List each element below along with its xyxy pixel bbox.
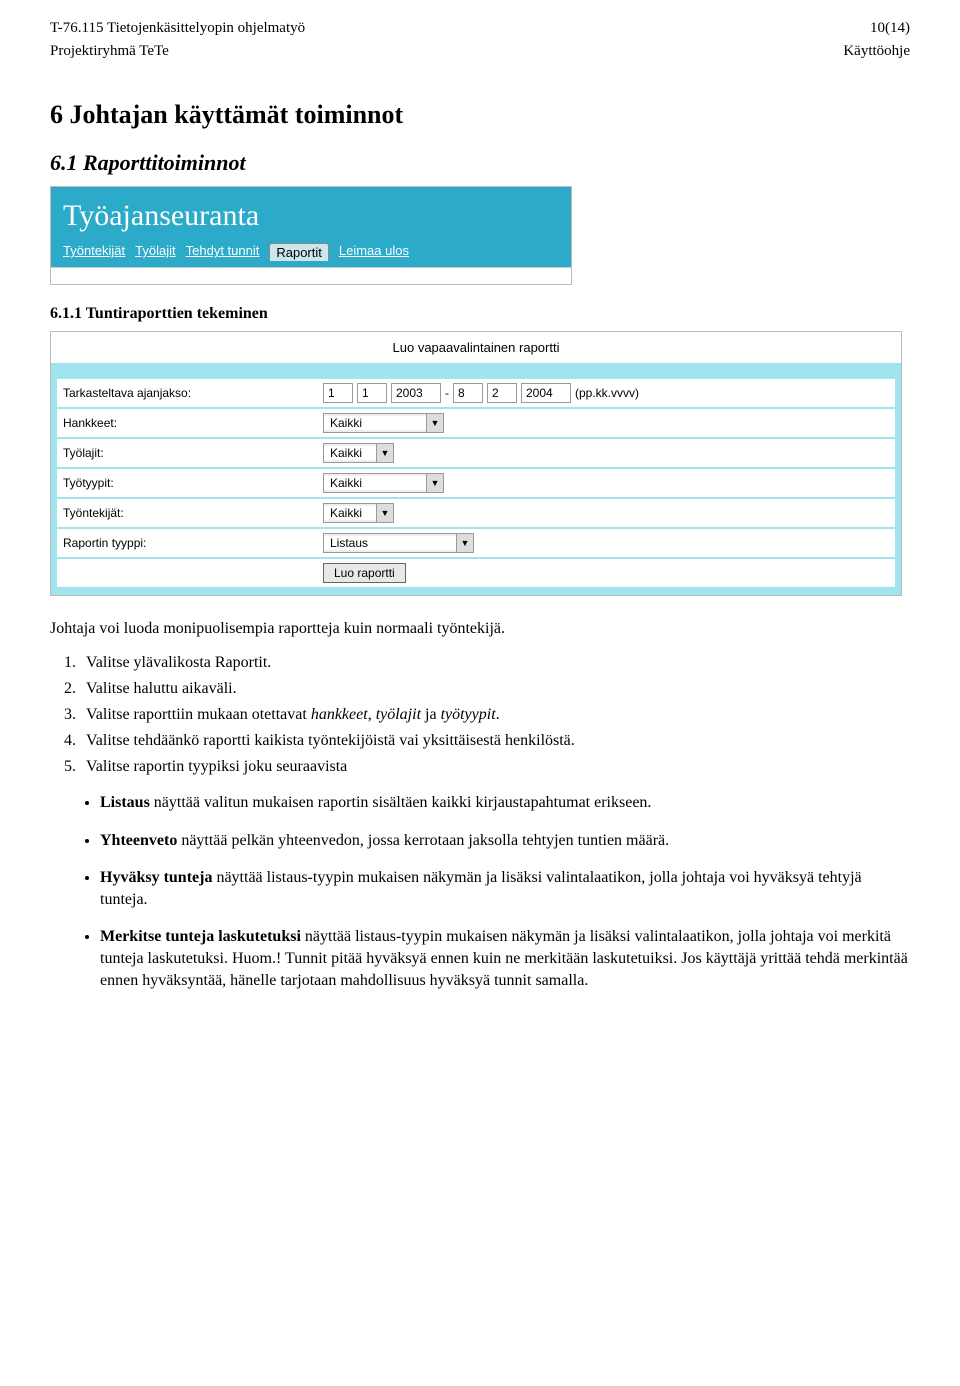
period-to-year[interactable]: 2004 [521, 383, 571, 403]
step-4: Valitse tehdäänkö raportti kaikista työn… [80, 732, 910, 750]
hankkeet-label: Hankkeet: [63, 416, 323, 430]
step-2: Valitse haluttu aikaväli. [80, 680, 910, 698]
team-name: Projektiryhmä TeTe [50, 43, 169, 60]
steps-list: Valitse ylävalikosta Raportit. Valitse h… [80, 654, 910, 776]
chevron-down-icon: ▼ [426, 474, 443, 492]
step-5: Valitse raportin tyypiksi joku seuraavis… [80, 758, 910, 776]
form-title: Luo vapaavalintainen raportti [51, 332, 901, 363]
period-from-year[interactable]: 2003 [391, 383, 441, 403]
tyontekijat-select[interactable]: Kaikki ▼ [323, 503, 394, 523]
bullet-merkitse: Merkitse tunteja laskutetuksi näyttää li… [100, 926, 910, 991]
app-screenshot-1: Työajanseuranta Työntekijät Työlajit Teh… [50, 186, 572, 285]
chevron-down-icon: ▼ [426, 414, 443, 432]
period-from-month[interactable]: 1 [357, 383, 387, 403]
raportin-tyyppi-label: Raportin tyyppi: [63, 536, 323, 550]
tab-leimaa-ulos[interactable]: Leimaa ulos [339, 243, 409, 261]
period-from-day[interactable]: 1 [323, 383, 353, 403]
luo-raportti-button[interactable]: Luo raportti [323, 563, 406, 583]
tyolajit-select[interactable]: Kaikki ▼ [323, 443, 394, 463]
subsection-heading: 6.1 Raporttitoiminnot [50, 150, 910, 176]
period-label: Tarkasteltava ajanjakso: [63, 386, 323, 400]
tab-raportit[interactable]: Raportit [269, 243, 329, 261]
period-hint: (pp.kk.vvvv) [575, 386, 639, 400]
tyotyypit-select[interactable]: Kaikki ▼ [323, 473, 444, 493]
doc-type: Käyttöohje [843, 43, 910, 60]
subsubsection-heading: 6.1.1 Tuntiraporttien tekeminen [50, 305, 910, 323]
chevron-down-icon: ▼ [456, 534, 473, 552]
raportin-tyyppi-select[interactable]: Listaus ▼ [323, 533, 474, 553]
chevron-down-icon: ▼ [376, 504, 393, 522]
app-title: Työajanseuranta [63, 199, 559, 233]
intro-paragraph: Johtaja voi luoda monipuolisempia raport… [50, 620, 910, 638]
period-separator: - [445, 386, 449, 400]
tab-tehdyt-tunnit[interactable]: Tehdyt tunnit [186, 243, 260, 261]
chevron-down-icon: ▼ [376, 444, 393, 462]
tyontekijat-label: Työntekijät: [63, 506, 323, 520]
tab-tyontekijat[interactable]: Työntekijät [63, 243, 125, 261]
report-form-screenshot: Luo vapaavalintainen raportti Tarkastelt… [50, 331, 902, 596]
page-number: 10(14) [870, 20, 910, 37]
bullet-hyvaksy: Hyväksy tunteja näyttää listaus-tyypin m… [100, 867, 910, 910]
doc-title: T-76.115 Tietojenkäsittelyopin ohjelmaty… [50, 20, 305, 37]
hankkeet-select[interactable]: Kaikki ▼ [323, 413, 444, 433]
bullet-yhteenveto: Yhteenveto näyttää pelkän yhteenvedon, j… [100, 830, 910, 852]
bullet-list: Listaus näyttää valitun mukaisen raporti… [100, 792, 910, 991]
step-3: Valitse raporttiin mukaan otettavat hank… [80, 706, 910, 724]
tab-tyolajit[interactable]: Työlajit [135, 243, 175, 261]
bullet-listaus: Listaus näyttää valitun mukaisen raporti… [100, 792, 910, 814]
section-heading: 6 Johtajan käyttämät toiminnot [50, 100, 910, 130]
tyolajit-label: Työlajit: [63, 446, 323, 460]
step-1: Valitse ylävalikosta Raportit. [80, 654, 910, 672]
period-to-day[interactable]: 8 [453, 383, 483, 403]
tyotyypit-label: Työtyypit: [63, 476, 323, 490]
period-to-month[interactable]: 2 [487, 383, 517, 403]
